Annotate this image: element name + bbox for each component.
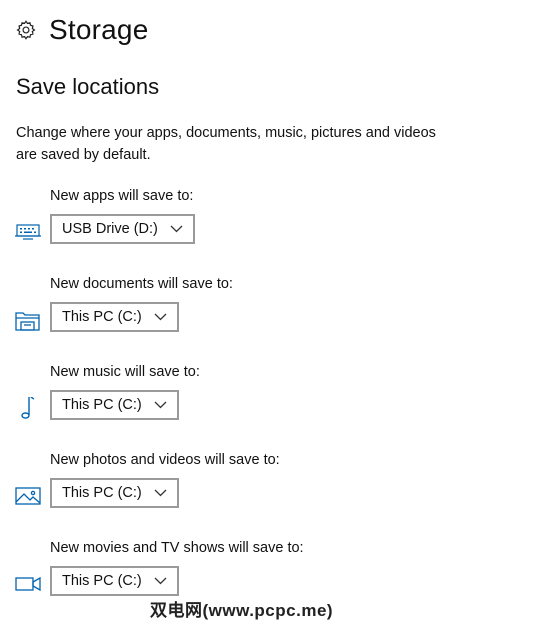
save-location-label: New apps will save to: <box>50 188 194 204</box>
save-location-documents: New documents will save to: This PC (C:) <box>0 276 547 356</box>
documents-location-dropdown[interactable]: This PC (C:) <box>50 302 179 332</box>
music-location-dropdown[interactable]: This PC (C:) <box>50 390 179 420</box>
chevron-down-icon <box>154 313 167 321</box>
watermark: 双电网(www.pcpc.me) <box>150 601 334 620</box>
dropdown-value: This PC (C:) <box>62 309 142 325</box>
dropdown-value: USB Drive (D:) <box>62 221 158 237</box>
dropdown-value: This PC (C:) <box>62 485 142 501</box>
photos-location-dropdown[interactable]: This PC (C:) <box>50 478 179 508</box>
movies-location-dropdown[interactable]: This PC (C:) <box>50 566 179 596</box>
dropdown-value: This PC (C:) <box>62 573 142 589</box>
apps-icon <box>15 224 41 240</box>
save-location-label: New photos and videos will save to: <box>50 452 280 468</box>
gear-icon <box>16 20 36 40</box>
chevron-down-icon <box>154 577 167 585</box>
chevron-down-icon <box>170 225 183 233</box>
section-description: Change where your apps, documents, music… <box>16 125 436 163</box>
music-note-icon <box>21 397 35 419</box>
chevron-down-icon <box>154 401 167 409</box>
photo-icon <box>15 487 41 505</box>
save-location-photos: New photos and videos will save to: This… <box>0 452 547 532</box>
section-title: Save locations <box>16 74 160 99</box>
video-camera-icon <box>15 576 41 592</box>
chevron-down-icon <box>154 489 167 497</box>
save-location-apps: New apps will save to: USB Drive (D:) <box>0 188 547 268</box>
page-header: Storage <box>15 14 148 46</box>
save-location-label: New music will save to: <box>50 364 200 380</box>
apps-location-dropdown[interactable]: USB Drive (D:) <box>50 214 195 244</box>
page-title: Storage <box>49 14 149 45</box>
save-location-label: New movies and TV shows will save to: <box>50 540 304 556</box>
documents-folder-icon <box>15 312 40 331</box>
dropdown-value: This PC (C:) <box>62 397 142 413</box>
save-location-label: New documents will save to: <box>50 276 233 292</box>
save-location-music: New music will save to: This PC (C:) <box>0 364 547 444</box>
